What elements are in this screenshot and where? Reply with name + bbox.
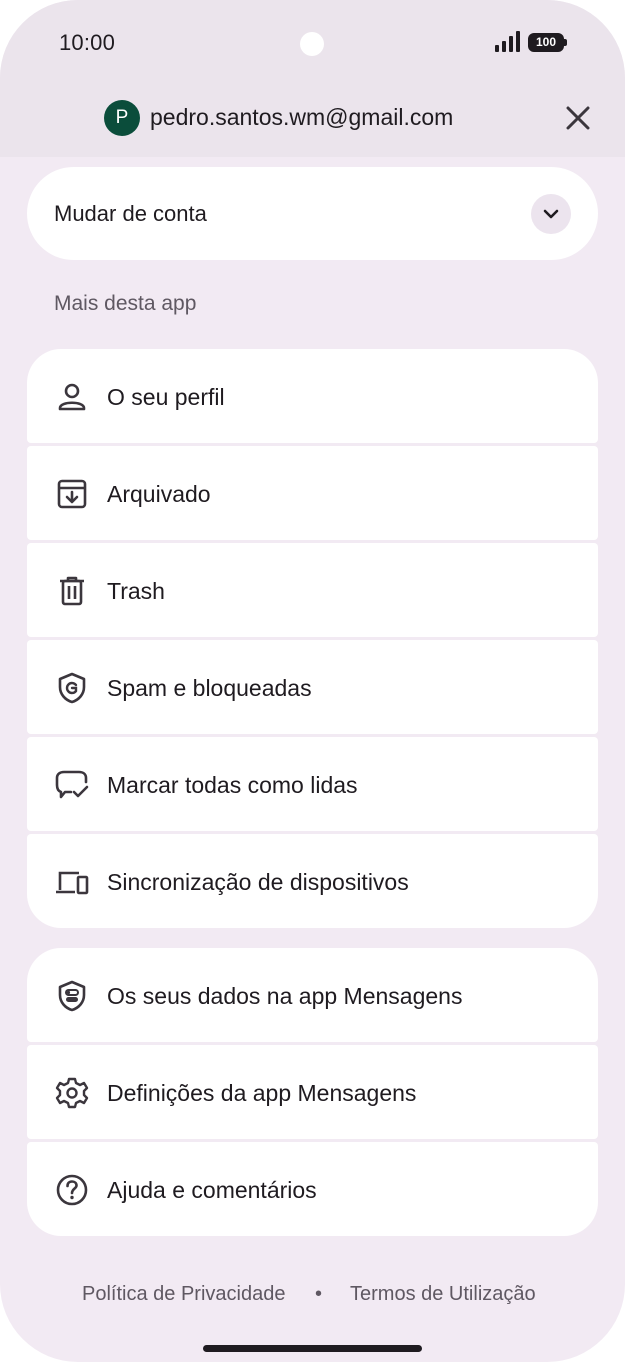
camera-cutout <box>300 32 324 56</box>
privacy-shield-icon <box>58 980 86 1012</box>
menu-label-your-data: Os seus dados na app Mensagens <box>107 983 463 1009</box>
privacy-policy-link[interactable]: Política de Privacidade <box>82 1283 285 1306</box>
status-bar: 10:00 100 <box>0 0 625 86</box>
footer: Política de Privacidade • Termos de Util… <box>0 1283 625 1313</box>
account-email: pedro.santos.wm@gmail.com <box>150 104 454 130</box>
expand-accounts-button[interactable] <box>531 194 571 234</box>
settings-menu-group: Os seus dados na app Mensagens Definiçõe… <box>27 948 598 1236</box>
switch-account-label: Mudar de conta <box>54 201 207 226</box>
status-time: 10:00 <box>59 30 116 55</box>
menu-item-archived[interactable]: Arquivado <box>27 446 598 540</box>
avatar[interactable]: P <box>104 100 140 136</box>
menu-label-mark-all-read: Marcar todas como lidas <box>107 772 358 798</box>
menu-label-spam: Spam e bloqueadas <box>107 675 312 701</box>
home-indicator[interactable] <box>203 1345 422 1352</box>
person-icon <box>58 383 86 411</box>
battery-icon: 100 <box>528 33 568 52</box>
phone-screen: 10:00 100 P pedro.santos.wm@gmail.com Mu… <box>0 0 625 1362</box>
menu-item-help[interactable]: Ajuda e comentários <box>27 1142 598 1236</box>
menu-item-trash[interactable]: Trash <box>27 543 598 637</box>
devices-icon <box>56 871 89 895</box>
archive-icon <box>57 479 87 509</box>
menu-label-help: Ajuda e comentários <box>107 1177 317 1203</box>
chevron-down-icon <box>543 209 559 219</box>
switch-account-button[interactable]: Mudar de conta <box>27 167 598 260</box>
menu-item-mark-all-read[interactable]: Marcar todas como lidas <box>27 737 598 831</box>
account-header: P pedro.santos.wm@gmail.com <box>0 96 625 140</box>
shield-icon <box>58 672 86 704</box>
menu-label-archived: Arquivado <box>107 481 211 507</box>
footer-separator: • <box>315 1283 323 1305</box>
menu-label-trash: Trash <box>107 578 165 604</box>
battery-level: 100 <box>528 33 564 52</box>
menu-label-device-sync: Sincronização de dispositivos <box>107 869 409 895</box>
gear-icon <box>55 1077 89 1109</box>
menu-label-profile: O seu perfil <box>107 384 225 410</box>
terms-of-use-link[interactable]: Termos de Utilização <box>350 1283 536 1306</box>
mark-read-icon <box>55 770 89 799</box>
help-icon <box>56 1174 88 1206</box>
section-title: Mais desta app <box>54 292 197 315</box>
menu-item-device-sync[interactable]: Sincronização de dispositivos <box>27 834 598 928</box>
menu-item-your-data[interactable]: Os seus dados na app Mensagens <box>27 948 598 1042</box>
menu-item-settings[interactable]: Definições da app Mensagens <box>27 1045 598 1139</box>
menu-item-profile[interactable]: O seu perfil <box>27 349 598 443</box>
menu-label-settings: Definições da app Mensagens <box>107 1080 417 1106</box>
signal-bars-icon <box>495 31 520 52</box>
trash-icon <box>60 576 84 606</box>
close-icon[interactable] <box>560 100 596 136</box>
menu-item-spam[interactable]: Spam e bloqueadas <box>27 640 598 734</box>
app-menu-group: O seu perfil Arquivado Trash Spam e bloq… <box>27 349 598 928</box>
